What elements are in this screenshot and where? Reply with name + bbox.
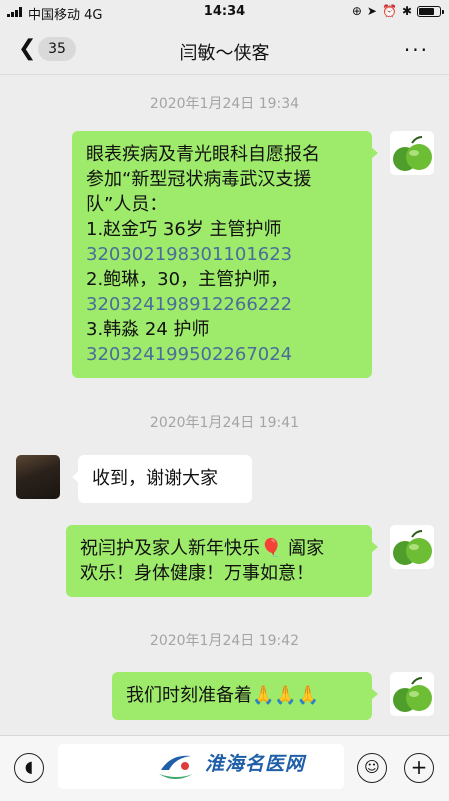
bluetooth-icon: ✱ — [401, 4, 412, 18]
status-bar: 中国移动 4G 14:34 ⊕ ➤ ⏰ ✱ — [0, 0, 449, 24]
contact-avatar[interactable] — [16, 455, 60, 499]
sent-message-bubble[interactable]: 眼表疾病及青光眼科自愿报名 参加“新型冠状病毒武汉支援 队”人员： 1.赵金巧 … — [72, 131, 378, 378]
message-timestamp: 2020年1月24日 19:34 — [149, 96, 300, 112]
received-message-bubble[interactable]: 收到，谢谢大家 — [72, 455, 252, 503]
message-line: 队”人员： — [86, 194, 168, 215]
user-avatar[interactable] — [390, 525, 434, 569]
message-line: 欢乐！身体健康！万事如意！ — [80, 563, 314, 584]
watermark-logo-icon — [159, 755, 193, 779]
message-line: 祝闫护及家人新年快乐🎈 阖家 — [80, 538, 325, 559]
message-text: 我们时刻准备着🙏🙏🙏 — [126, 685, 320, 706]
lock-rotation-icon: ⊕ — [351, 4, 362, 18]
message-timestamp: 2020年1月24日 19:41 — [149, 415, 300, 431]
user-avatar[interactable] — [390, 131, 434, 175]
green-apple-icon — [393, 677, 432, 712]
chat-title: 闫敏～侠客 — [179, 43, 270, 64]
message-line: 参加“新型冠状病毒武汉支援 — [86, 169, 312, 190]
sent-message-bubble[interactable]: 祝闫护及家人新年快乐🎈 阖家 欢乐！身体健康！万事如意！ — [66, 525, 378, 597]
more-icon[interactable]: ··· — [404, 38, 429, 62]
voice-icon[interactable]: ◖ — [14, 753, 44, 783]
phone-number-link[interactable]: 320324198912266222 — [86, 292, 358, 317]
message-line: 2.鲍琳，30，主管护师， — [86, 269, 289, 290]
user-avatar[interactable] — [390, 672, 434, 716]
alarm-icon: ⏰ — [381, 4, 397, 18]
green-apple-icon — [393, 136, 432, 171]
phone-number-link[interactable]: 320302198301101623 — [86, 242, 358, 267]
sent-message-bubble[interactable]: 我们时刻准备着🙏🙏🙏 — [112, 672, 378, 720]
message-text: 收到，谢谢大家 — [92, 468, 218, 489]
chat-header: ❮ 35 闫敏～侠客 ··· — [0, 26, 449, 75]
emoji-icon[interactable]: ☺ — [357, 753, 387, 783]
message-line: 眼表疾病及青光眼科自愿报名 — [86, 144, 320, 165]
message-line: 3.韩淼 24 护师 — [86, 319, 210, 340]
watermark-text: 淮海名医网 — [205, 753, 306, 775]
location-icon: ➤ — [366, 4, 377, 18]
message-timestamp: 2020年1月24日 19:42 — [149, 633, 300, 649]
plus-icon[interactable]: + — [404, 753, 434, 783]
battery-icon — [417, 5, 444, 17]
message-line: 1.赵金巧 36岁 主管护师 — [86, 219, 282, 240]
chat-input-bar: ◖ 淮海名医网 ☺ + — [0, 735, 449, 801]
phone-number-link[interactable]: 320324199502267024 — [86, 342, 358, 367]
green-apple-icon — [393, 530, 432, 565]
